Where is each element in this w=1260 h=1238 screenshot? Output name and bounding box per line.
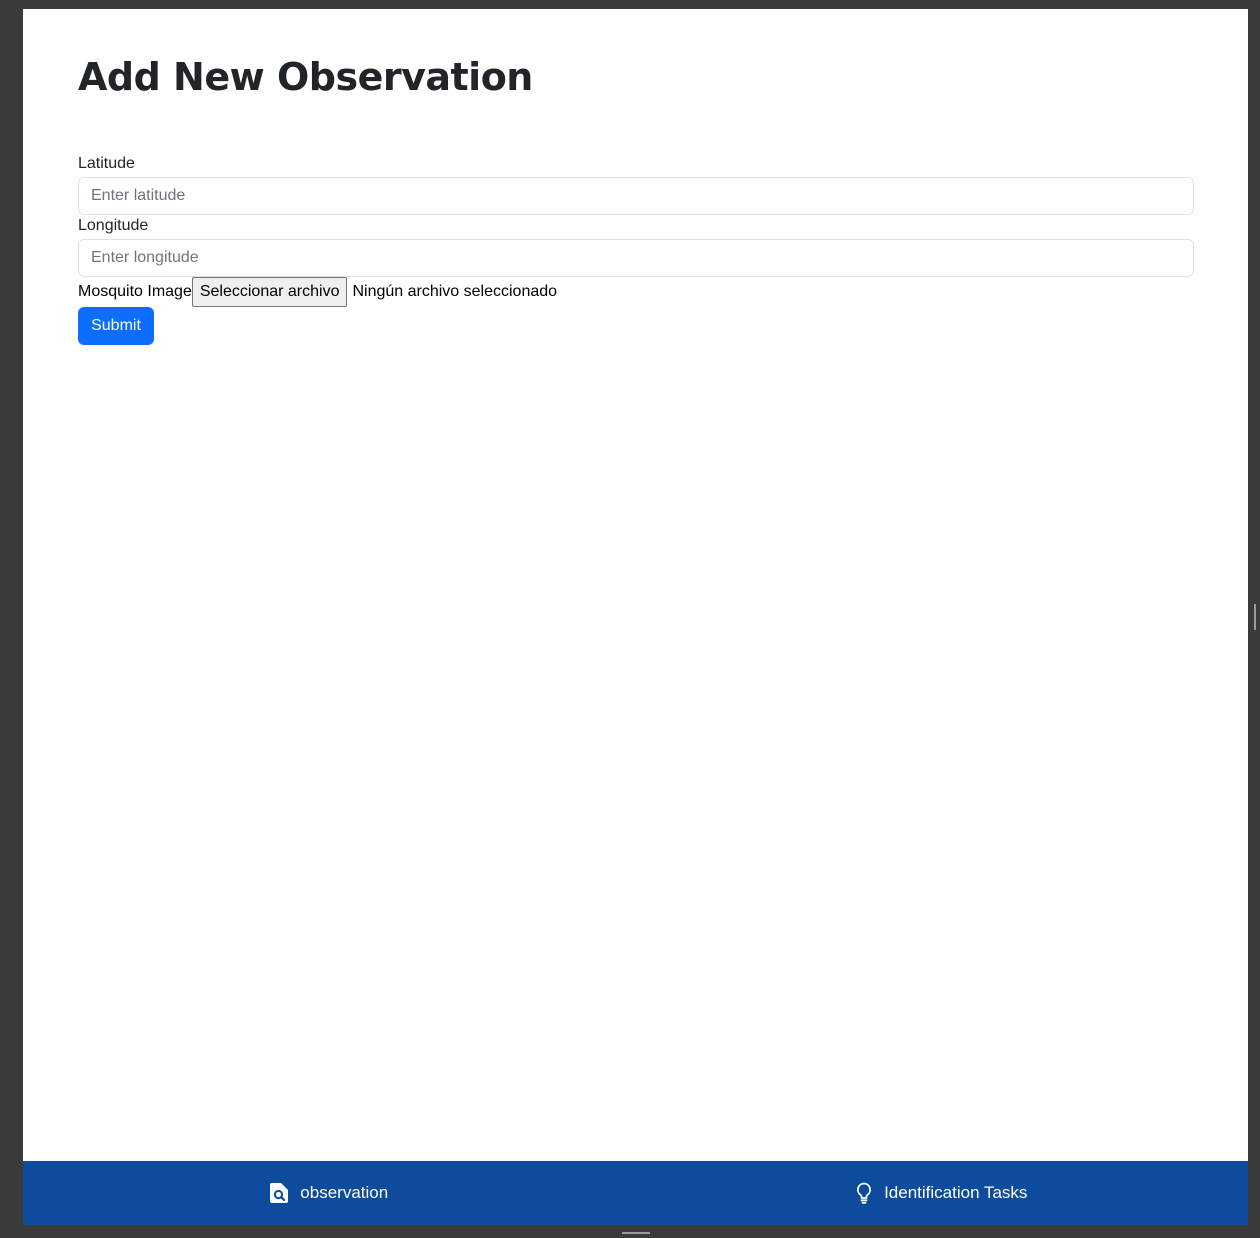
longitude-input[interactable]: [78, 239, 1194, 277]
resize-handle-bottom[interactable]: [622, 1232, 650, 1234]
latitude-input[interactable]: [78, 177, 1194, 215]
nav-item-observation[interactable]: observation: [23, 1161, 636, 1225]
bottom-nav: observation Identification Tasks: [23, 1161, 1248, 1225]
choose-file-button[interactable]: Seleccionar archivo: [191, 277, 348, 307]
nav-item-identification-tasks[interactable]: Identification Tasks: [636, 1161, 1249, 1225]
lightbulb-icon: [857, 1182, 872, 1204]
submit-button[interactable]: Submit: [78, 307, 154, 345]
page-title: Add New Observation: [78, 55, 533, 99]
file-search-icon: [270, 1183, 289, 1203]
app-window: Add New Observation Latitude Longitude M…: [23, 9, 1248, 1225]
latitude-label: Latitude: [78, 155, 135, 172]
longitude-label: Longitude: [78, 217, 149, 234]
nav-label-identification-tasks: Identification Tasks: [884, 1183, 1028, 1202]
image-upload-row: Mosquito Image Seleccionar archivo Ningú…: [78, 277, 557, 307]
image-label: Mosquito Image: [78, 283, 192, 300]
resize-handle-right[interactable]: [1254, 604, 1256, 630]
nav-label-observation: observation: [300, 1183, 389, 1202]
file-status: Ningún archivo seleccionado: [352, 283, 558, 300]
